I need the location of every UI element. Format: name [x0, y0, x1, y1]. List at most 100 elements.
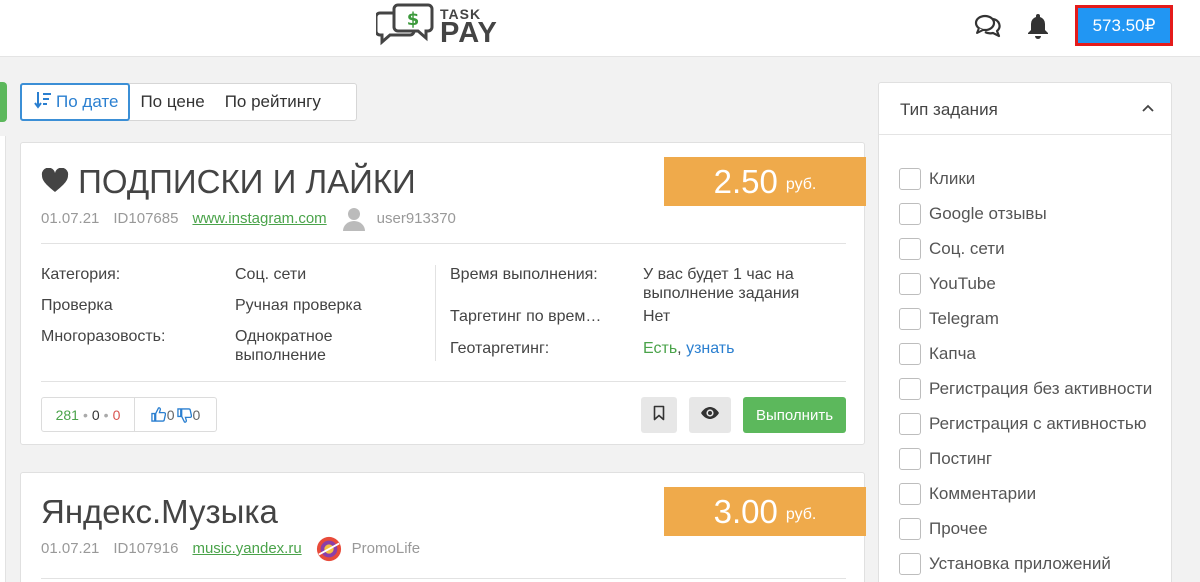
divider	[41, 578, 846, 579]
checkbox[interactable]	[899, 447, 921, 470]
filter-item-telegram[interactable]: Telegram	[899, 301, 1152, 336]
check-label: Проверка	[41, 297, 113, 314]
filter-item-captcha[interactable]: Капча	[899, 336, 1152, 371]
execute-button[interactable]: Выполнить	[743, 397, 846, 433]
checkbox[interactable]	[899, 237, 921, 260]
filter-header[interactable]: Тип задания	[879, 83, 1171, 135]
checkbox[interactable]	[899, 342, 921, 365]
tab-label: По цене	[140, 92, 205, 111]
heart-icon	[41, 163, 78, 200]
divider	[41, 381, 846, 382]
chat-bubbles-icon[interactable]	[974, 13, 1002, 39]
tab-label: По рейтингу	[224, 92, 321, 111]
check-value: Ручная проверка	[235, 297, 362, 314]
task-title-text: ПОДПИСКИ И ЛАЙКИ	[78, 163, 416, 200]
thumbs-up-icon[interactable]	[150, 406, 166, 423]
dot-separator: •	[82, 406, 88, 423]
filter-item-label: Клики	[929, 168, 976, 188]
task-title[interactable]: ПОДПИСКИ И ЛАЙКИ	[41, 163, 416, 201]
filter-item-clicks[interactable]: Клики	[899, 161, 1152, 196]
task-author[interactable]: PromoLife	[352, 540, 420, 557]
top-header: $ TASK PAY 573.50₽	[0, 0, 1200, 57]
filter-item-comments[interactable]: Комментарии	[899, 476, 1152, 511]
price-amount: 2.50	[713, 162, 778, 200]
time-label: Время выполнения:	[450, 266, 598, 283]
filter-item-registration-no-activity[interactable]: Регистрация без активности	[899, 371, 1152, 406]
filter-item-label: Telegram	[929, 308, 999, 328]
task-type-filter: Тип задания Клики Google отзывы Соц. сет…	[878, 82, 1172, 582]
filter-item-posting[interactable]: Постинг	[899, 441, 1152, 476]
tab-sort-by-rating[interactable]: По рейтингу	[215, 84, 331, 120]
task-date: 01.07.21	[41, 209, 100, 227]
checkbox[interactable]	[899, 377, 921, 400]
price-badge: 2.50 руб.	[664, 157, 866, 206]
task-meta: 01.07.21 ID107916 music.yandex.ru PromoL…	[41, 535, 420, 562]
bell-icon[interactable]	[1026, 12, 1050, 40]
filter-item-youtube[interactable]: YouTube	[899, 266, 1152, 301]
taskpay-logo[interactable]: $ TASK PAY	[376, 2, 498, 52]
filter-item-app-install[interactable]: Установка приложений	[899, 546, 1152, 581]
promolife-avatar-icon	[316, 535, 342, 562]
task-link[interactable]: www.instagram.com	[192, 210, 326, 227]
task-card: ПОДПИСКИ И ЛАЙКИ 2.50 руб. 01.07.21 ID10…	[20, 142, 866, 445]
price-currency: руб.	[785, 505, 817, 523]
logo-line2: PAY	[440, 16, 498, 49]
pending-count: 0	[91, 406, 100, 423]
geo-separator: ,	[677, 340, 682, 357]
tab-sort-by-date[interactable]: По дате	[20, 83, 131, 121]
filter-item-label: Установка приложений	[929, 553, 1111, 573]
price-badge: 3.00 руб.	[664, 487, 866, 536]
filter-item-registration-with-activity[interactable]: Регистрация с активностью	[899, 406, 1152, 441]
completion-counts: 281 • 0 • 0	[42, 398, 135, 431]
thumbs-down-icon[interactable]	[176, 407, 192, 423]
filter-item-google-reviews[interactable]: Google отзывы	[899, 196, 1152, 231]
filter-item-label: Постинг	[929, 448, 993, 468]
checkbox[interactable]	[899, 482, 921, 505]
checkbox[interactable]	[899, 167, 921, 190]
likes-count: 0	[166, 406, 175, 423]
multi-label: Многоразовость:	[41, 328, 166, 345]
price-currency: руб.	[785, 175, 817, 193]
bookmark-button[interactable]	[641, 397, 677, 433]
multi-value: Однократное выполнение	[235, 328, 333, 364]
checkbox[interactable]	[899, 412, 921, 435]
task-date: 01.07.21	[41, 539, 100, 557]
geo-learn-link[interactable]: узнать	[686, 340, 734, 357]
task-author[interactable]: user913370	[377, 210, 456, 227]
checkbox[interactable]	[899, 552, 921, 575]
task-meta: 01.07.21 ID107685 www.instagram.com user…	[41, 205, 456, 231]
column-divider	[435, 265, 436, 361]
preview-button[interactable]	[689, 397, 731, 433]
eye-icon	[700, 406, 720, 425]
geo-value-row: Есть, узнать	[643, 339, 734, 358]
checkbox[interactable]	[899, 517, 921, 540]
done-count: 281	[55, 406, 79, 423]
filter-item-social[interactable]: Соц. сети	[899, 231, 1152, 266]
money-chat-icon: $	[376, 3, 434, 51]
svg-text:$: $	[407, 9, 420, 30]
task-link[interactable]: music.yandex.ru	[192, 540, 301, 557]
time-target-label: Таргетинг по врем…	[450, 308, 602, 325]
sidebar-toggle-edge[interactable]	[0, 82, 7, 122]
checkbox[interactable]	[899, 202, 921, 225]
task-title[interactable]: Яндекс.Музыка	[41, 493, 278, 531]
time-value: У вас будет 1 час на выполнение задания	[643, 266, 800, 302]
checkbox[interactable]	[899, 307, 921, 330]
filter-item-label: Соц. сети	[929, 238, 1005, 258]
tab-label: По дате	[56, 92, 119, 111]
bookmark-icon	[653, 405, 665, 426]
checkbox[interactable]	[899, 272, 921, 295]
left-panel-edge	[0, 136, 6, 582]
rating: 0 0	[135, 398, 216, 431]
chevron-up-icon[interactable]	[1141, 101, 1155, 115]
time-target-value: Нет	[643, 308, 671, 325]
tab-sort-by-price[interactable]: По цене	[130, 84, 214, 120]
filter-item-other[interactable]: Прочее	[899, 511, 1152, 546]
filter-title: Тип задания	[900, 100, 998, 119]
balance-button[interactable]: 573.50₽	[1075, 5, 1173, 46]
filter-list: Клики Google отзывы Соц. сети YouTube Te…	[899, 161, 1152, 581]
filter-item-label: Прочее	[929, 518, 988, 538]
filter-item-label: Регистрация без активности	[929, 378, 1153, 398]
dislikes-count: 0	[192, 406, 201, 423]
sort-tabs: По дате По цене По рейтингу	[20, 83, 357, 121]
